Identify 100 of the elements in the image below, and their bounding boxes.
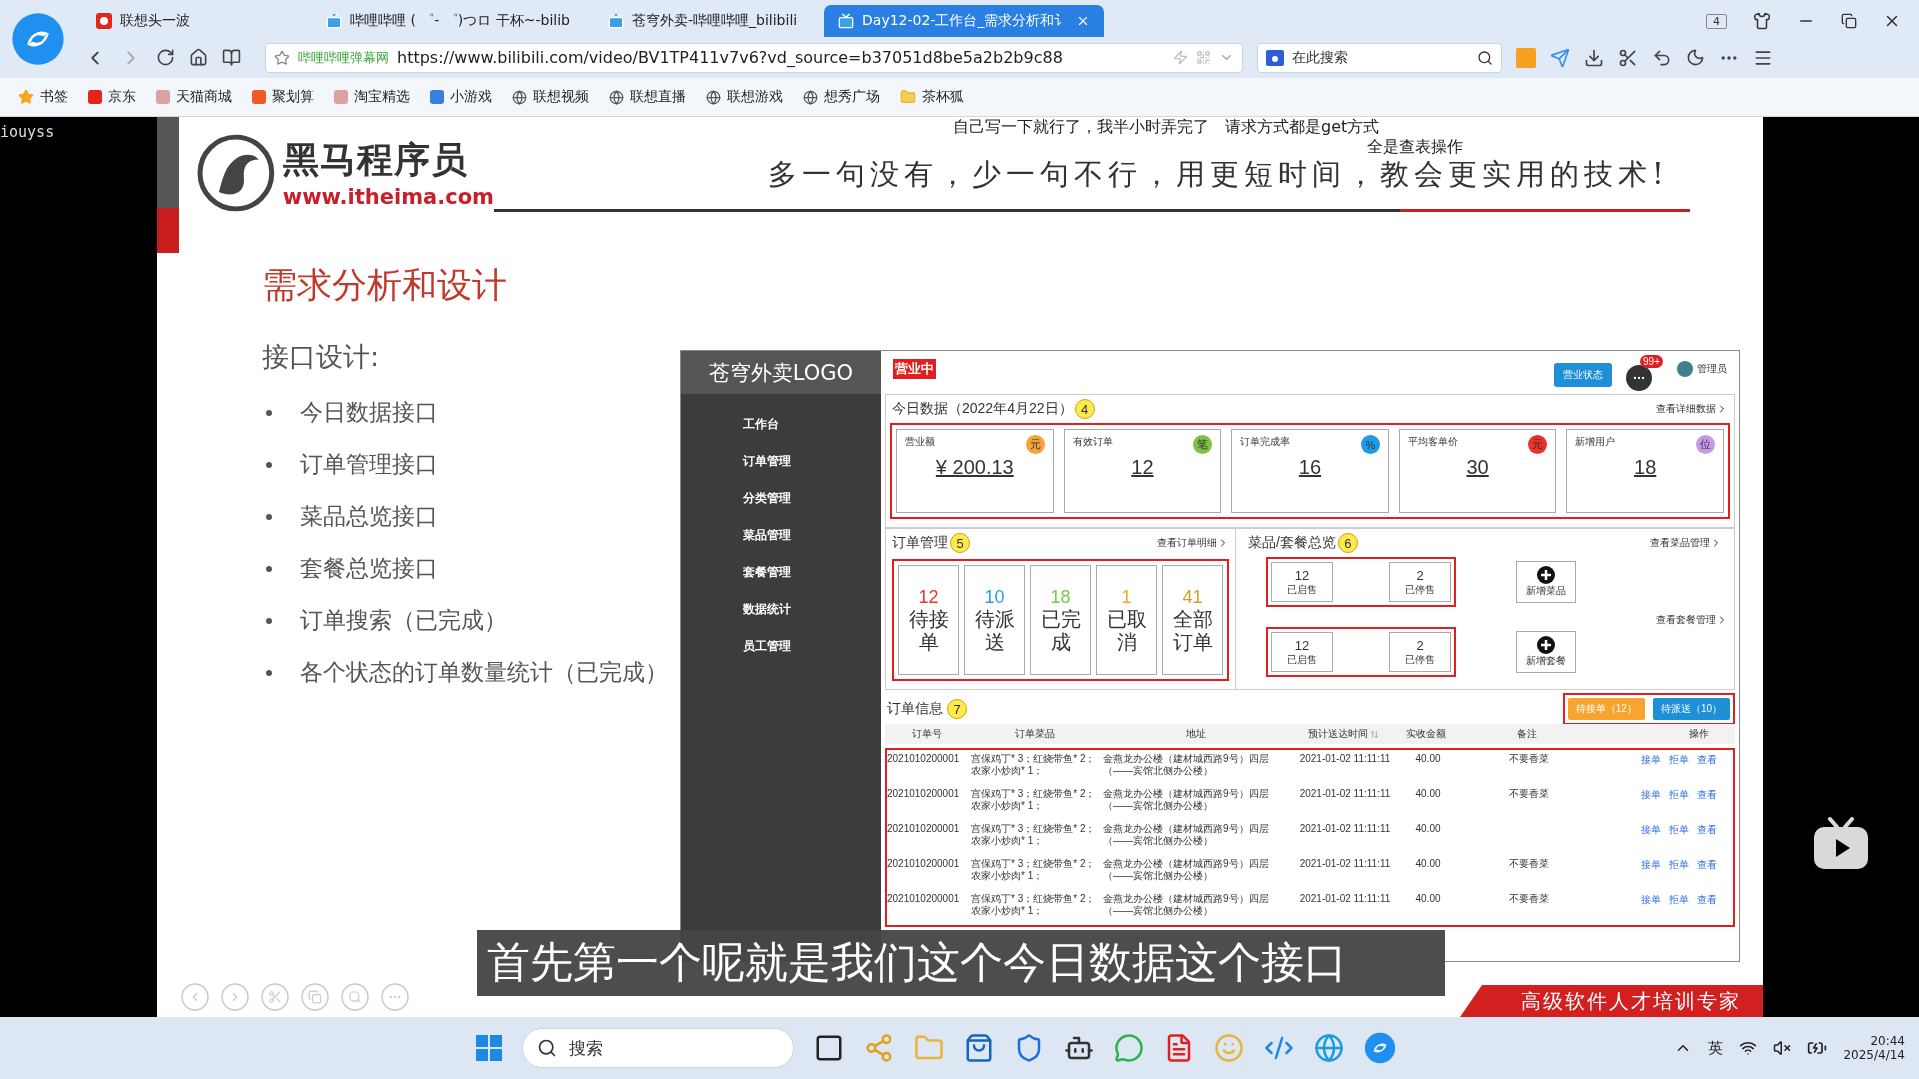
star-icon[interactable] <box>274 49 290 66</box>
table-cell-text: 2021010200001 <box>887 753 961 765</box>
taskbar-search-field[interactable]: 搜索 <box>522 1028 794 1068</box>
input-method[interactable]: 英 <box>1708 1038 1724 1058</box>
bookmark[interactable]: 小游戏 <box>430 88 492 106</box>
action-link[interactable]: 查看 <box>1697 893 1717 907</box>
bullet-dot <box>266 565 272 572</box>
tab-count[interactable]: 4 <box>1706 13 1727 29</box>
bullet-text: 订单搜索（已完成） <box>300 606 507 635</box>
undo-icon[interactable] <box>1652 47 1672 68</box>
bookmark[interactable]: 想秀广场 <box>803 88 880 106</box>
bookmark[interactable]: 联想游戏 <box>706 88 783 106</box>
action-link[interactable]: 拒单 <box>1669 823 1689 837</box>
action-link[interactable]: 接单 <box>1641 753 1661 767</box>
restore-icon[interactable] <box>1841 13 1857 29</box>
action-link[interactable]: 拒单 <box>1669 893 1689 907</box>
details-link[interactable]: 查看详细数据 <box>1656 402 1728 416</box>
bookmark[interactable]: 联想视频 <box>512 88 589 106</box>
shopping-bag-icon[interactable] <box>964 1033 994 1063</box>
add-button[interactable]: 新增套餐 <box>1516 631 1576 673</box>
card-value: 12 <box>1131 456 1154 479</box>
user-name[interactable]: 管理员 <box>1697 362 1727 376</box>
shirt-icon[interactable] <box>1753 12 1771 30</box>
table-cell-text: 金燕龙办公楼（建材城西路9号）四层（——宾馆北侧办公楼） <box>1103 823 1270 847</box>
column-header: 订单号 <box>911 727 943 741</box>
bookmark[interactable]: 淘宝精选 <box>334 88 410 106</box>
address-field[interactable]: 哔哩哔哩弹幕网 https://www.bilibili.com/video/BV1TP411v7v6?vd_source=b37051d8be5a2b2b9c88 <box>265 42 1243 73</box>
bookmark[interactable]: 聚划算 <box>252 88 314 106</box>
order-stat-card[interactable]: 10 待派送 <box>964 565 1025 675</box>
card-label: 新增用户 <box>1575 435 1616 449</box>
nav-item[interactable]: 订单管理 <box>743 443 881 480</box>
globe-icon <box>512 89 527 105</box>
action-link[interactable]: 查看 <box>1697 823 1717 837</box>
action-link[interactable]: 接单 <box>1641 823 1661 837</box>
action-link[interactable]: 查看 <box>1697 788 1717 802</box>
scissors-icon[interactable] <box>1618 47 1638 68</box>
wifi-icon[interactable] <box>1739 1039 1758 1057</box>
action-link[interactable]: 拒单 <box>1669 858 1689 872</box>
bullet-text: 订单管理接口 <box>300 450 438 479</box>
home-icon[interactable] <box>189 48 208 67</box>
moon-icon[interactable] <box>1686 48 1705 67</box>
action-link[interactable]: 接单 <box>1641 893 1661 907</box>
action-link[interactable]: 拒单 <box>1669 788 1689 802</box>
table-cell-text: 2021-01-02 11:11:11 <box>1298 858 1392 870</box>
nav-item[interactable]: 分类管理 <box>743 480 881 517</box>
send-icon[interactable] <box>1550 47 1570 68</box>
stat-label: 全部订单 <box>1171 607 1214 654</box>
clock-date[interactable]: 2025/4/14 <box>1843 1048 1905 1062</box>
nav-item[interactable]: 数据统计 <box>743 591 881 628</box>
nav-item[interactable]: 工作台 <box>743 406 881 443</box>
globe-icon[interactable] <box>1314 1033 1344 1063</box>
action-link[interactable]: 查看 <box>1697 858 1717 872</box>
swirl-logo-icon[interactable] <box>1364 1032 1396 1064</box>
windows-logo-icon[interactable] <box>476 1035 502 1061</box>
chat-icon[interactable] <box>1114 1033 1144 1063</box>
search-field[interactable]: 在此搜索 <box>1257 42 1502 73</box>
nav-item[interactable]: 套餐管理 <box>743 554 881 591</box>
column-header: 实收金额 <box>1405 727 1447 741</box>
clock-time[interactable]: 20:44 <box>1870 1034 1905 1048</box>
card-label: 营业额 <box>905 435 935 449</box>
browser-tab[interactable]: 哔哩哔哩 ( ゜- ゜)つロ 干杯~-bilib <box>312 5 584 37</box>
action-link[interactable]: 查看 <box>1697 753 1717 767</box>
bookmark[interactable]: 天猫商城 <box>156 88 232 106</box>
browser-tab[interactable]: Day12-02-工作台_需求分析和讠 <box>824 5 1105 37</box>
bookmark[interactable]: 联想直播 <box>609 88 686 106</box>
bookmark[interactable]: 茶杯狐 <box>900 88 964 106</box>
tv-icon[interactable] <box>1812 817 1870 871</box>
details-link[interactable]: 查看菜品管理 <box>1650 536 1722 550</box>
order-stat-card[interactable]: 1 已取消 <box>1096 565 1157 675</box>
search-icon[interactable] <box>1477 49 1493 66</box>
order-stat-card[interactable]: 41 全部订单 <box>1162 565 1223 675</box>
square-icon[interactable] <box>814 1033 844 1063</box>
browser-tab[interactable]: 联想头一波 <box>82 5 302 37</box>
bookmark[interactable]: 书签 <box>18 88 68 106</box>
plus-icon <box>1537 636 1555 654</box>
message-icon[interactable] <box>1626 365 1653 391</box>
action-link[interactable]: 接单 <box>1641 788 1661 802</box>
add-button[interactable]: 新增菜品 <box>1516 561 1576 603</box>
globe-icon <box>706 89 721 105</box>
action-link[interactable]: 拒单 <box>1669 753 1689 767</box>
download-icon[interactable] <box>1584 47 1604 68</box>
nav-item[interactable]: 菜品管理 <box>743 517 881 554</box>
order-stat-card[interactable]: 12 待接单 <box>898 565 959 675</box>
bullet-text: 套餐总览接口 <box>300 554 438 583</box>
bookmark[interactable]: 京东 <box>88 88 136 106</box>
details-link[interactable]: 查看订单明细 <box>1157 536 1229 550</box>
browser-logo-icon[interactable] <box>11 12 65 66</box>
mute-icon[interactable] <box>1773 1039 1792 1057</box>
action-link[interactable]: 接单 <box>1641 858 1661 872</box>
browser-tab[interactable]: 苍穹外卖-哔哩哔哩_bilibili <box>594 5 814 37</box>
book-icon[interactable] <box>222 48 241 67</box>
avatar[interactable] <box>1677 361 1693 377</box>
order-stat-card[interactable]: 18 已完成 <box>1030 565 1091 675</box>
reload-icon[interactable] <box>156 48 175 67</box>
table-cell-text: 40.00 <box>1414 893 1442 905</box>
details-link[interactable]: 查看套餐管理 <box>1656 613 1728 627</box>
nav-item[interactable]: 员工管理 <box>743 628 881 665</box>
status-button[interactable]: 营业状态 <box>1554 363 1613 387</box>
panel-title: 订单信息 <box>887 700 943 718</box>
table-cell-text: 2021010200001 <box>887 858 961 870</box>
